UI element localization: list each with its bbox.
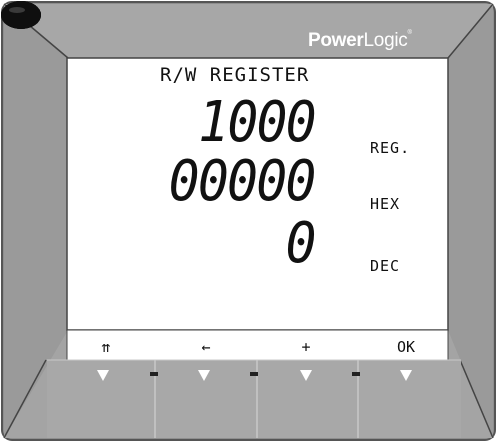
dec-unit-label: DEC [370, 257, 401, 275]
brand-light: Logic [363, 30, 408, 51]
brand-mark: ® [407, 30, 412, 36]
softkey-label-up-level: ⇈ [101, 338, 111, 356]
softkey-label-plus: + [301, 338, 311, 356]
hex-unit-label: HEX [370, 195, 401, 213]
brand-bold: Power [308, 30, 364, 51]
register-value: 1000 [198, 90, 317, 155]
softkey-label-ok: OK [396, 338, 416, 356]
power-meter-front-panel: PowerLogic® R/W REGISTER 1000 REG. 00000… [0, 0, 497, 442]
softkey-label-left: ← [201, 338, 211, 356]
brand-logo: PowerLogic® [308, 30, 412, 52]
softkey-button-4[interactable] [0, 0, 42, 30]
hex-value: 00000 [169, 149, 317, 214]
screen-title: R/W REGISTER [160, 64, 310, 86]
register-unit-label: REG. [370, 139, 411, 157]
dec-value: 0 [285, 211, 317, 276]
